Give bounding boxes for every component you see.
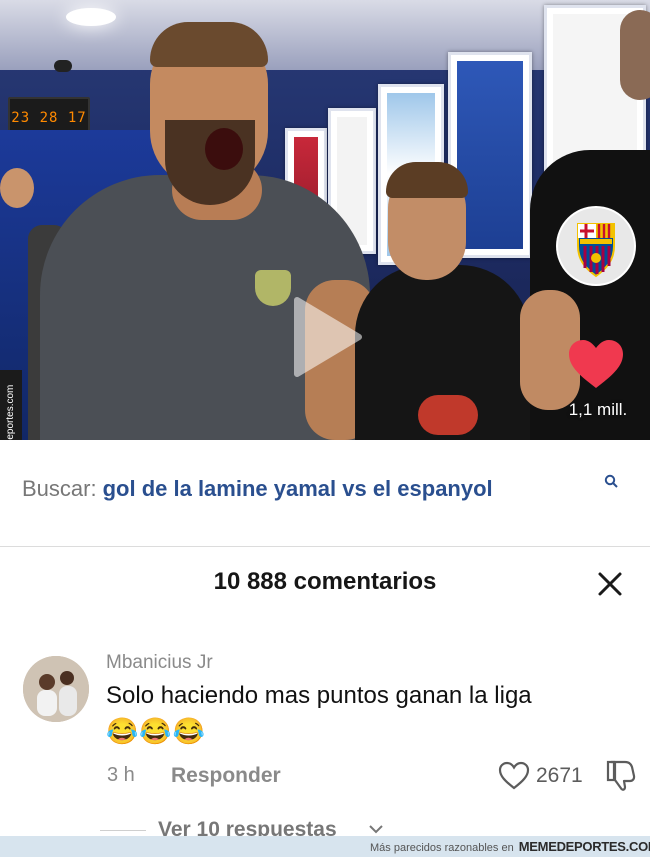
security-camera	[54, 60, 72, 72]
reply-button[interactable]: Responder	[171, 764, 281, 788]
user-photo-icon	[23, 656, 89, 722]
comment-emojis: 😂😂😂	[106, 716, 207, 746]
fcb-crest-icon	[558, 208, 634, 284]
footer-brand: MEMEDEPORTES.COM	[518, 839, 650, 854]
heart-icon[interactable]	[567, 338, 625, 390]
comment-username[interactable]: Mbanicius Jr	[106, 652, 213, 674]
side-watermark: Memedeportes.com	[0, 370, 22, 440]
comment-time: 3 h	[107, 764, 135, 786]
video-player[interactable]: 23 28 17 1,1 mill. Memedeportes.com	[0, 0, 650, 440]
background-person-head	[0, 168, 34, 208]
close-icon[interactable]	[595, 569, 625, 599]
search-label: Buscar:	[22, 476, 97, 501]
player-hair	[150, 22, 268, 67]
player-mouth	[205, 128, 243, 170]
comments-count-title: 10 888 comentarios	[213, 568, 437, 595]
chevron-down-icon[interactable]	[368, 823, 384, 835]
divider	[0, 546, 650, 547]
replies-divider	[100, 830, 146, 831]
search-icon[interactable]	[604, 474, 618, 488]
search-suggestion[interactable]: Buscar: gol de la lamine yamal vs el espa…	[22, 476, 642, 516]
third-person-head	[620, 10, 650, 100]
footer-text: Más parecidos razonables en	[370, 842, 514, 854]
footer-watermark: Más parecidos razonables en MEMEDEPORTES…	[370, 839, 650, 854]
second-player-hand	[418, 395, 478, 435]
second-player-hair	[386, 162, 468, 198]
comment-text: Solo haciendo mas puntos ganan la liga	[106, 682, 532, 709]
search-query-link[interactable]: gol de la lamine yamal vs el espanyol	[103, 476, 493, 501]
dislike-icon[interactable]	[605, 758, 637, 792]
video-like-count: 1,1 mill.	[568, 400, 628, 419]
club-badge-avatar[interactable]	[556, 206, 636, 286]
like-heart-icon[interactable]	[498, 761, 530, 791]
comment-like-count: 2671	[536, 764, 583, 787]
shirt-crest	[255, 270, 291, 306]
play-icon[interactable]	[287, 292, 367, 382]
avatar[interactable]	[23, 656, 89, 722]
ceiling-light	[66, 8, 116, 26]
